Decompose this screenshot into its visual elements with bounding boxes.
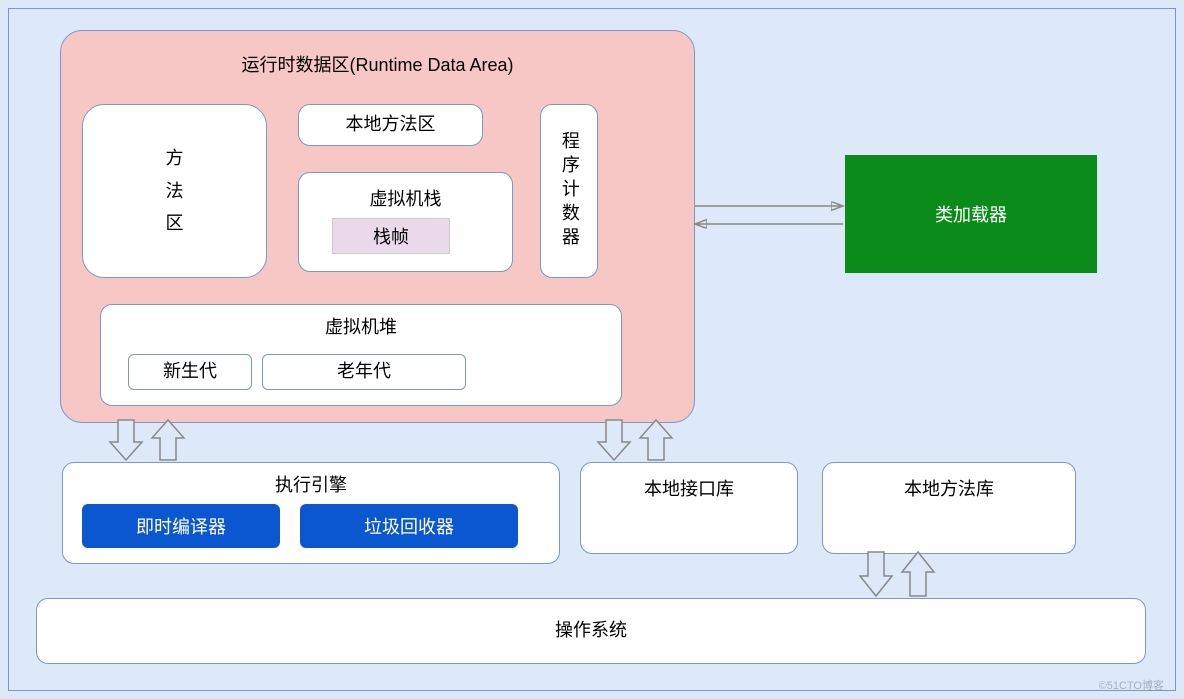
operating-system-label: 操作系统 — [555, 618, 627, 643]
method-area-label: 方 法 区 — [166, 142, 184, 239]
vm-heap-label: 虚拟机堆 — [325, 315, 397, 340]
arrow-nativelib-os — [860, 552, 950, 600]
native-interface-lib: 本地接口库 — [580, 462, 798, 554]
native-method-area-label: 本地方法区 — [346, 112, 436, 137]
arrow-runtime-nativeif — [598, 420, 688, 464]
program-counter-label: 程序计数器 — [559, 131, 579, 251]
old-generation-label: 老年代 — [337, 359, 391, 384]
class-loader: 类加载器 — [845, 155, 1097, 273]
method-area: 方 法 区 — [82, 104, 267, 278]
class-loader-label: 类加载器 — [935, 201, 1007, 227]
native-interface-lib-label: 本地接口库 — [644, 477, 734, 502]
runtime-data-area-title: 运行时数据区(Runtime Data Area) — [61, 51, 694, 77]
vm-stack-label: 虚拟机栈 — [370, 187, 442, 212]
native-method-area: 本地方法区 — [298, 104, 483, 146]
stack-frame-label: 栈帧 — [373, 223, 409, 249]
garbage-collector-label: 垃圾回收器 — [364, 513, 454, 539]
program-counter: 程序计数器 — [540, 104, 598, 278]
native-method-lib-label: 本地方法库 — [904, 477, 994, 502]
young-generation-label: 新生代 — [163, 359, 217, 384]
operating-system: 操作系统 — [36, 598, 1146, 664]
young-generation: 新生代 — [128, 354, 252, 390]
arrow-runtime-exec-left — [110, 420, 200, 464]
jit-compiler-label: 即时编译器 — [136, 513, 226, 539]
diagram-canvas: 运行时数据区(Runtime Data Area) 方 法 区 本地方法区 虚拟… — [0, 0, 1184, 699]
watermark: ©51CTO博客 — [1099, 677, 1164, 693]
native-method-lib: 本地方法库 — [822, 462, 1076, 554]
old-generation: 老年代 — [262, 354, 466, 390]
garbage-collector: 垃圾回收器 — [300, 504, 518, 548]
arrow-runtime-to-classloader — [695, 196, 845, 236]
jit-compiler: 即时编译器 — [82, 504, 280, 548]
stack-frame: 栈帧 — [332, 218, 450, 254]
execution-engine-label: 执行引擎 — [275, 473, 347, 498]
